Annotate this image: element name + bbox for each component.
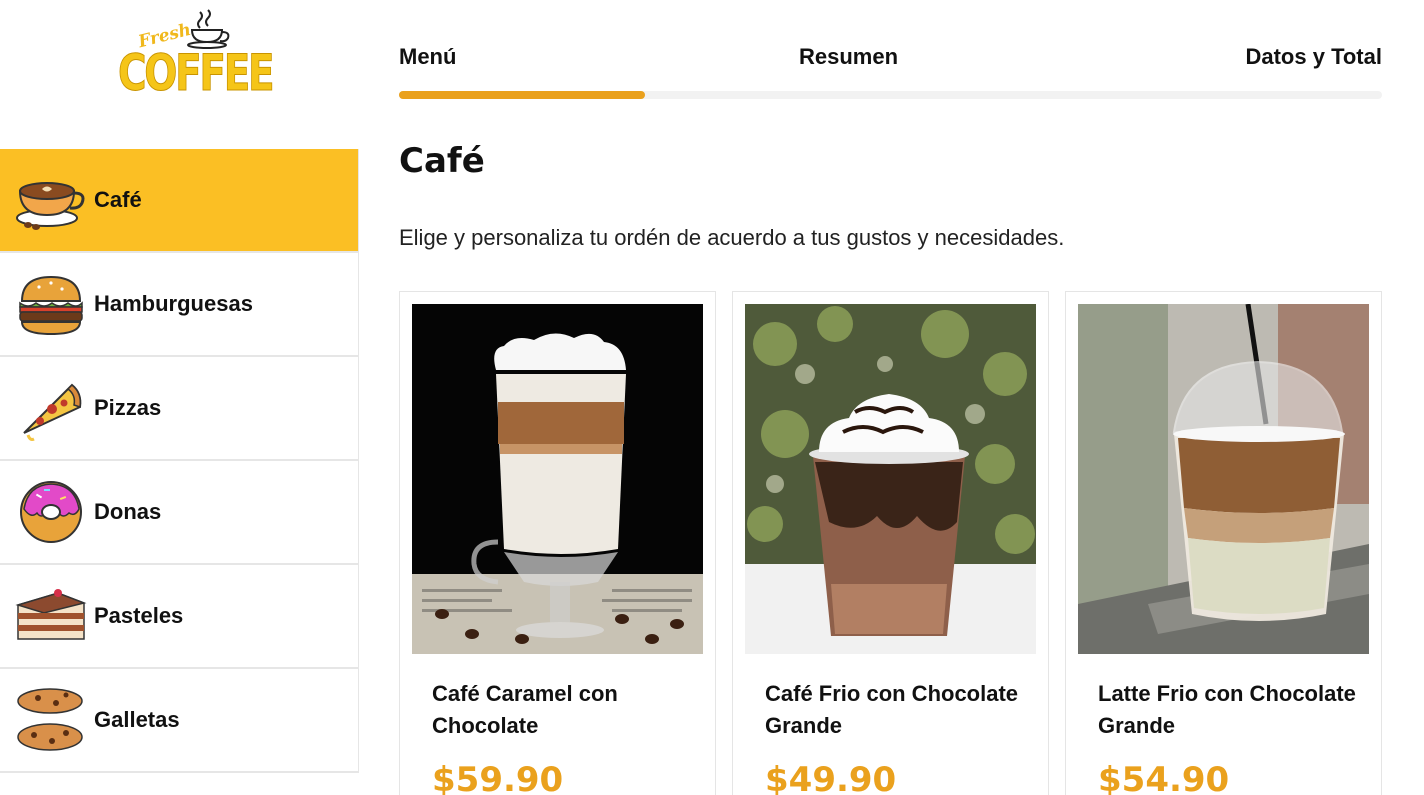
product-price: $49.90 <box>765 760 897 795</box>
sidebar: Fresh COFFEE Café Hamburguesas Pizzas Do… <box>0 0 359 795</box>
category-item-hamburguesas[interactable]: Hamburguesas <box>0 253 359 357</box>
page-subtitle: Elige y personaliza tu ordén de acuerdo … <box>399 225 1065 250</box>
step-menu[interactable]: Menú <box>399 44 456 70</box>
burger-icon <box>19 275 83 336</box>
category-label: Pizzas <box>94 395 162 420</box>
latte-macchiato-photo <box>412 304 703 654</box>
product-grid: Café Caramel con Chocolate $59.90 Café F… <box>399 291 1382 795</box>
category-label: Café <box>94 187 142 212</box>
product-price: $59.90 <box>432 760 564 795</box>
cake-icon <box>15 589 87 640</box>
category-label: Donas <box>94 499 162 524</box>
iced-latte-photo <box>1078 304 1369 654</box>
brand-logo[interactable]: Fresh COFFEE <box>110 8 275 118</box>
pizza-icon <box>23 383 82 441</box>
donut-icon <box>20 481 82 543</box>
step-resumen[interactable]: Resumen <box>799 44 898 70</box>
category-label: Pasteles <box>94 603 184 628</box>
category-label: Galletas <box>94 707 180 732</box>
main-content: Menú Resumen Datos y Total Café Elige y … <box>399 0 1382 795</box>
category-item-cafe[interactable]: Café <box>0 149 359 253</box>
product-name: Café Frio con Chocolate Grande <box>765 681 1019 738</box>
category-item-galletas[interactable]: Galletas <box>0 669 359 773</box>
progress-bar <box>399 91 1382 99</box>
progress-bar-fill <box>399 91 645 99</box>
product-name: Café Caramel con Chocolate <box>432 681 618 738</box>
product-card[interactable]: Café Frio con Chocolate Grande $49.90 <box>732 291 1049 795</box>
cookie-icon <box>17 688 83 751</box>
product-card[interactable]: Latte Frio con Chocolate Grande $54.90 <box>1065 291 1382 795</box>
category-label: Hamburguesas <box>94 291 253 316</box>
product-card[interactable]: Café Caramel con Chocolate $59.90 <box>399 291 716 795</box>
category-item-donas[interactable]: Donas <box>0 461 359 565</box>
logo-word-text: COFFEE <box>118 44 275 102</box>
frappe-photo <box>745 304 1036 654</box>
product-name: Latte Frio con Chocolate Grande <box>1098 681 1356 738</box>
order-steps: Menú Resumen Datos y Total <box>399 0 1382 100</box>
category-item-pasteles[interactable]: Pasteles <box>0 565 359 669</box>
page-title: Café <box>399 141 485 181</box>
category-item-pizzas[interactable]: Pizzas <box>0 357 359 461</box>
product-price: $54.90 <box>1098 760 1230 795</box>
coffee-cup-icon <box>16 182 85 230</box>
category-list: Café Hamburguesas Pizzas Donas Pasteles … <box>0 149 359 773</box>
step-datos-total[interactable]: Datos y Total <box>1245 44 1382 70</box>
